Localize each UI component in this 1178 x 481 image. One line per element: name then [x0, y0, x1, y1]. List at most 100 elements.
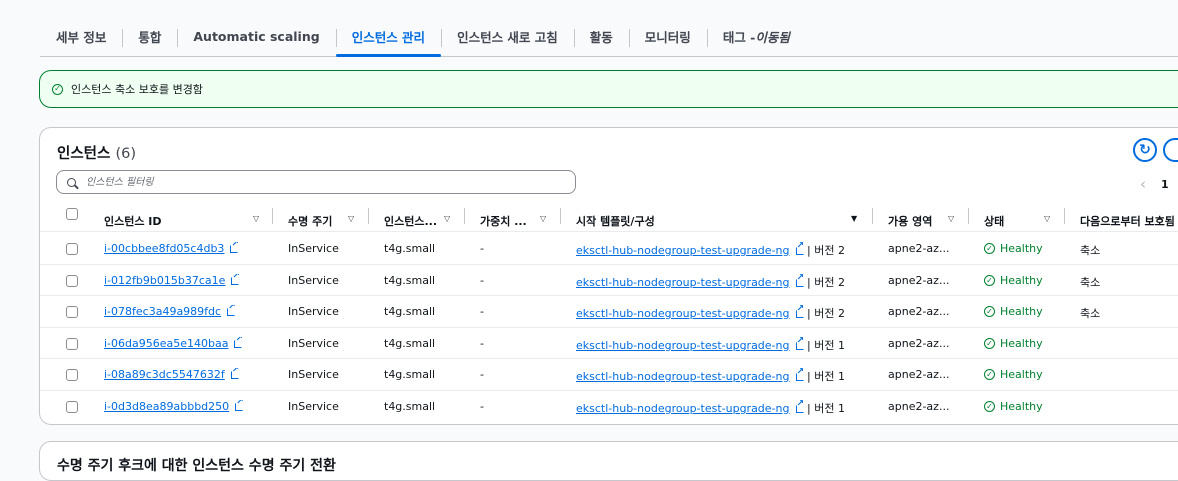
lifecycle-cell: InService	[288, 337, 339, 350]
availability-zone-cell: apne2-az...	[888, 242, 950, 255]
launch-template-link[interactable]: eksctl-hub-nodegroup-test-upgrade-ng	[576, 307, 790, 320]
weight-cell: -	[480, 400, 484, 413]
sort-down-icon[interactable]: ▽	[444, 214, 450, 223]
instance-id-link[interactable]: i-00cbbee8fd05c4db3	[104, 242, 224, 255]
refresh-button[interactable]: ↻	[1133, 138, 1157, 162]
launch-template-cell: eksctl-hub-nodegroup-test-upgrade-ng | 버…	[576, 305, 866, 321]
external-link-icon[interactable]	[795, 400, 804, 413]
tab-activity[interactable]: 활동	[573, 18, 629, 55]
tab-automatic-scaling[interactable]: Automatic scaling	[177, 18, 335, 55]
lifecycle-cell: InService	[288, 274, 339, 287]
sort-desc-icon[interactable]: ▼	[851, 214, 857, 223]
launch-template-link[interactable]: eksctl-hub-nodegroup-test-upgrade-ng	[576, 339, 790, 352]
tab-label: 모니터링	[644, 30, 691, 45]
column-header-instance-type[interactable]: 인스턴스...	[384, 213, 442, 227]
lifecycle-cell: InService	[288, 368, 339, 381]
check-circle-icon: ✓	[984, 275, 995, 286]
chevron-left-icon[interactable]: ‹	[1140, 175, 1146, 193]
row-checkbox[interactable]	[66, 401, 78, 413]
launch-template-cell: eksctl-hub-nodegroup-test-upgrade-ng | 버…	[576, 274, 866, 290]
page-number[interactable]: 1	[1161, 178, 1169, 191]
protected-from-cell: 축소	[1080, 276, 1101, 289]
filter-input[interactable]	[84, 175, 575, 189]
tab-integrations[interactable]: 통합	[122, 18, 177, 55]
external-link-icon[interactable]	[227, 305, 236, 316]
instance-id-link[interactable]: i-0d3d8ea89abbbd250	[104, 400, 229, 413]
tab-details[interactable]: 세부 정보	[40, 18, 122, 55]
external-link-icon[interactable]	[234, 337, 243, 348]
row-checkbox[interactable]	[66, 338, 78, 350]
instance-id-link[interactable]: i-012fb9b015b37ca1e	[104, 274, 225, 287]
instance-id-cell: i-08a89c3dc5547632f	[104, 368, 239, 381]
external-link-icon[interactable]	[795, 368, 804, 381]
external-link-icon[interactable]	[795, 242, 804, 255]
row-checkbox[interactable]	[66, 275, 78, 287]
instance-id-cell: i-078fec3a49a989fdc	[104, 305, 236, 318]
external-link-icon[interactable]	[231, 274, 240, 285]
column-divider[interactable]	[1064, 208, 1065, 224]
sort-down-icon[interactable]: ▽	[348, 214, 354, 223]
row-divider	[40, 327, 1178, 328]
sort-down-icon[interactable]: ▽	[1044, 214, 1050, 223]
availability-zone-cell: apne2-az...	[888, 274, 950, 287]
tab-tags[interactable]: 태그 - 이동됨	[706, 18, 806, 55]
external-link-icon[interactable]	[235, 400, 244, 411]
availability-zone-cell: apne2-az...	[888, 368, 950, 381]
column-header-lifecycle[interactable]: 수명 주기	[288, 213, 368, 227]
launch-template-link[interactable]: eksctl-hub-nodegroup-test-upgrade-ng	[576, 276, 790, 289]
actions-button[interactable]	[1163, 138, 1178, 162]
external-link-icon[interactable]	[230, 368, 239, 379]
external-link-icon[interactable]	[795, 337, 804, 350]
template-version: | 버전 2	[807, 244, 845, 257]
external-link-icon[interactable]	[230, 242, 239, 253]
tab-instance-refresh[interactable]: 인스턴스 새로 고침	[441, 18, 574, 55]
column-header-instance-id[interactable]: 인스턴스 ID	[104, 213, 244, 227]
status-cell: ✓ Healthy	[984, 337, 1043, 350]
sort-down-icon[interactable]: ▽	[540, 214, 546, 223]
protected-from-cell: 축소	[1080, 307, 1101, 320]
instance-type-cell: t4g.small	[384, 337, 436, 350]
launch-template-link[interactable]: eksctl-hub-nodegroup-test-upgrade-ng	[576, 244, 790, 257]
header-divider	[40, 231, 1178, 232]
status-cell: ✓ Healthy	[984, 274, 1043, 287]
instance-id-link[interactable]: i-06da956ea5e140baa	[104, 337, 228, 350]
launch-template-cell: eksctl-hub-nodegroup-test-upgrade-ng | 버…	[576, 337, 866, 353]
row-checkbox[interactable]	[66, 306, 78, 318]
weight-cell: -	[480, 242, 484, 255]
external-link-icon[interactable]	[795, 274, 804, 287]
instance-type-cell: t4g.small	[384, 242, 436, 255]
launch-template-link[interactable]: eksctl-hub-nodegroup-test-upgrade-ng	[576, 370, 790, 383]
instance-id-link[interactable]: i-078fec3a49a989fdc	[104, 305, 221, 318]
column-divider[interactable]	[872, 208, 873, 224]
sort-down-icon[interactable]: ▽	[253, 214, 259, 223]
column-divider[interactable]	[968, 208, 969, 224]
column-header-protected-from[interactable]: 다음으로부터 보호됨	[1080, 213, 1178, 227]
check-circle-icon: ✓	[984, 243, 995, 254]
column-header-weight[interactable]: 가중치 ...	[480, 213, 532, 227]
column-divider[interactable]	[560, 208, 561, 224]
tab-monitoring[interactable]: 모니터링	[628, 18, 707, 55]
instance-id-link[interactable]: i-08a89c3dc5547632f	[104, 368, 225, 381]
external-link-icon[interactable]	[795, 305, 804, 318]
instance-type-cell: t4g.small	[384, 305, 436, 318]
select-all-checkbox[interactable]	[66, 208, 78, 220]
tab-instance-management[interactable]: 인스턴스 관리	[335, 18, 442, 57]
instance-id-cell: i-00cbbee8fd05c4db3	[104, 242, 239, 255]
template-version: | 버전 1	[807, 402, 845, 415]
template-version: | 버전 2	[807, 307, 845, 320]
check-circle-icon: ✓	[984, 401, 995, 412]
tab-label: 세부 정보	[56, 30, 107, 45]
status-text: Healthy	[1000, 337, 1043, 350]
row-checkbox[interactable]	[66, 369, 78, 381]
template-version: | 버전 1	[807, 339, 845, 352]
column-divider[interactable]	[464, 208, 465, 224]
launch-template-cell: eksctl-hub-nodegroup-test-upgrade-ng | 버…	[576, 242, 866, 258]
row-checkbox[interactable]	[66, 243, 78, 255]
column-divider[interactable]	[368, 208, 369, 224]
column-divider[interactable]	[272, 208, 273, 224]
sort-down-icon[interactable]: ▽	[948, 214, 954, 223]
launch-template-link[interactable]: eksctl-hub-nodegroup-test-upgrade-ng	[576, 402, 790, 415]
availability-zone-cell: apne2-az...	[888, 337, 950, 350]
column-header-launch-template[interactable]: 시작 템플릿/구성	[576, 213, 776, 227]
column-header-status[interactable]: 상태	[984, 213, 1044, 227]
